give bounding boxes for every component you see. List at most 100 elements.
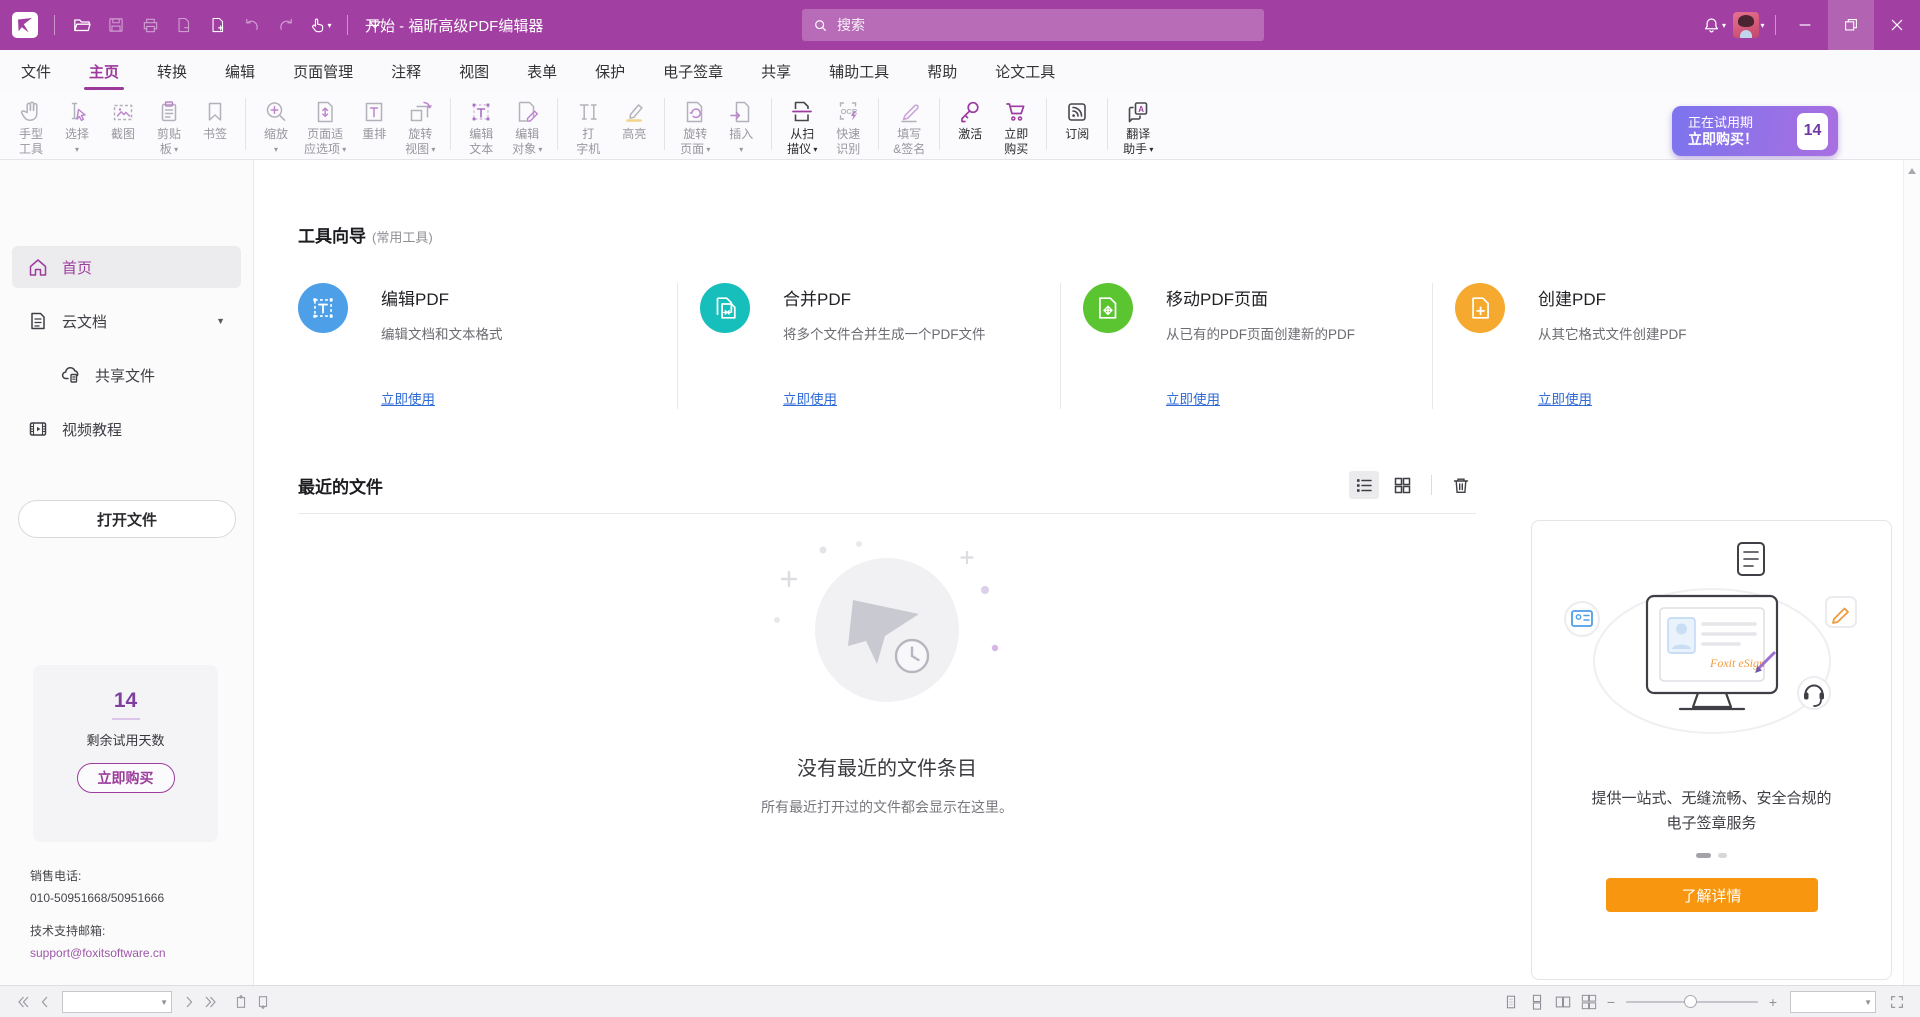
ribbon-item-select[interactable]: 选择▾ [54,94,100,157]
ribbon-item-bookmark[interactable]: 书签 [192,94,238,142]
titlebar: ▾ 开始 - 福昕高级PDF编辑器 ▾ ▾ [0,0,1920,50]
zoom-slider-knob[interactable] [1684,995,1697,1008]
ribbon-item-typewriter[interactable]: 打字机 [565,94,611,157]
zoom-in-icon[interactable]: + [1766,994,1780,1010]
search-box[interactable] [802,9,1264,41]
sidebar-item-shared-files[interactable]: 共享文件 [12,354,241,396]
redo-icon[interactable] [271,10,301,40]
facing-continuous-icon[interactable] [1578,991,1600,1013]
page-number-input[interactable]: ▼ [62,991,172,1013]
use-now-link[interactable]: 立即使用 [1166,388,1220,408]
last-page-icon[interactable] [200,991,222,1013]
next-page-icon[interactable] [178,991,200,1013]
carousel-dots[interactable] [1532,853,1891,858]
chevron-down-icon[interactable]: ▼ [160,998,168,1007]
ribbon-item-subscribe[interactable]: 订阅 [1054,94,1100,142]
ribbon-item-reflow[interactable]: 重排 [351,94,397,142]
open-file-icon[interactable] [67,10,97,40]
ribbon-item-scanner[interactable]: 从扫描仪 ▾ [779,94,825,157]
tab-edit[interactable]: 编辑 [206,50,274,92]
ribbon-item-fill-sign[interactable]: 填写&签名 [886,94,932,157]
ribbon-item-label: 订阅 [1065,127,1089,142]
save-icon[interactable] [101,10,131,40]
tab-help[interactable]: 帮助 [908,50,976,92]
fullscreen-icon[interactable] [1886,991,1908,1013]
search-input[interactable] [837,17,1254,33]
trial-days-number: 14 [33,689,218,713]
prev-view-icon[interactable] [230,991,252,1013]
ribbon-item-hand-tool[interactable]: 手型工具 [8,94,54,157]
ribbon-item-buy[interactable]: 立即购买 [993,94,1039,157]
tab-file[interactable]: 文件 [2,50,70,92]
account-avatar[interactable]: ▾ [1729,10,1769,40]
ribbon-item-rotate-view[interactable]: 旋转视图 ▾ [397,94,443,157]
zoom-out-icon[interactable]: − [1604,994,1618,1010]
divider [54,15,55,35]
ribbon-item-activate[interactable]: 激活 [947,94,993,142]
zoom-slider[interactable] [1626,991,1758,1013]
divider [450,98,451,150]
close-button[interactable] [1874,0,1920,50]
tab-comment[interactable]: 注释 [372,50,440,92]
undo-icon[interactable] [237,10,267,40]
rotate-view-icon [405,96,435,127]
next-view-icon[interactable] [252,991,274,1013]
notifications-bell-icon[interactable]: ▾ [1699,10,1729,40]
use-now-link[interactable]: 立即使用 [783,388,837,408]
ribbon-item-edit-text[interactable]: 编辑文本 [458,94,504,157]
add-page-icon[interactable] [203,10,233,40]
contact-info: 销售电话: 010-50951668/50951666 技术支持邮箱: supp… [30,867,166,966]
ribbon-item-translate[interactable]: A翻译助手 ▾ [1115,94,1161,157]
ribbon-item-edit-object[interactable]: 编辑对象 ▾ [504,94,550,157]
select-icon [62,96,92,127]
tab-accessibility[interactable]: 辅助工具 [810,50,908,92]
ribbon-item-zoom[interactable]: 缩放▾ [253,94,299,157]
tab-protect[interactable]: 保护 [576,50,644,92]
open-file-button[interactable]: 打开文件 [18,500,236,538]
content-scrollbar[interactable] [1903,160,1920,985]
ribbon-item-insert-page[interactable]: 插入▾ [718,94,764,157]
sidebar-item-cloud-docs[interactable]: 云文档▼ [12,300,241,342]
prev-page-icon[interactable] [34,991,56,1013]
hand-pointer-icon[interactable]: ▾ [305,10,335,40]
learn-more-button[interactable]: 了解详情 [1606,878,1818,912]
tab-esign[interactable]: 电子签章 [644,50,742,92]
ribbon-item-ocr[interactable]: OCR快速识别 [825,94,871,157]
ribbon-item-snapshot[interactable]: 截图 [100,94,146,142]
print-icon[interactable] [135,10,165,40]
divider [1107,98,1108,150]
tab-paper-tools[interactable]: 论文工具 [976,50,1074,92]
grid-view-button[interactable] [1387,471,1417,499]
trial-purchase-badge[interactable]: 正在试用期 立即购买！ 14 [1672,106,1838,156]
buy-now-button[interactable]: 立即购买 [77,763,175,793]
minimize-button[interactable] [1782,0,1828,50]
single-page-icon[interactable] [1500,991,1522,1013]
use-now-link[interactable]: 立即使用 [1538,388,1592,408]
sidebar-item-video-tutorials[interactable]: 视频教程 [12,408,241,450]
first-page-icon[interactable] [12,991,34,1013]
continuous-page-icon[interactable] [1526,991,1548,1013]
clear-recent-trash-button[interactable] [1446,471,1476,499]
zoom-level-input[interactable]: ▼ [1790,991,1876,1013]
tab-view[interactable]: 视图 [440,50,508,92]
ribbon-item-fit-page[interactable]: 页面适应选项 ▾ [299,94,351,157]
delete-page-icon[interactable] [169,10,199,40]
tool-card-create-pdf: 创建PDF从其它格式文件创建PDF立即使用 [1432,283,1772,409]
use-now-link[interactable]: 立即使用 [381,388,435,408]
tab-share[interactable]: 共享 [742,50,810,92]
ribbon-item-highlight[interactable]: 高亮 [611,94,657,142]
tab-home[interactable]: 主页 [70,50,138,92]
tab-page-manage[interactable]: 页面管理 [274,50,372,92]
facing-page-icon[interactable] [1552,991,1574,1013]
chevron-down-icon[interactable]: ▼ [216,316,225,326]
tab-convert[interactable]: 转换 [138,50,206,92]
list-view-button[interactable] [1349,471,1379,499]
restore-button[interactable] [1828,0,1874,50]
ribbon-item-clipboard[interactable]: 剪贴板 ▾ [146,94,192,157]
ribbon-item-rotate-page[interactable]: 旋转页面 ▾ [672,94,718,157]
sidebar-item-home[interactable]: 首页 [12,246,241,288]
tab-form[interactable]: 表单 [508,50,576,92]
chevron-down-icon[interactable]: ▼ [1864,998,1872,1007]
support-email-link[interactable]: support@foxitsoftware.cn [30,944,166,962]
scroll-up-arrow-icon[interactable] [1908,168,1916,174]
